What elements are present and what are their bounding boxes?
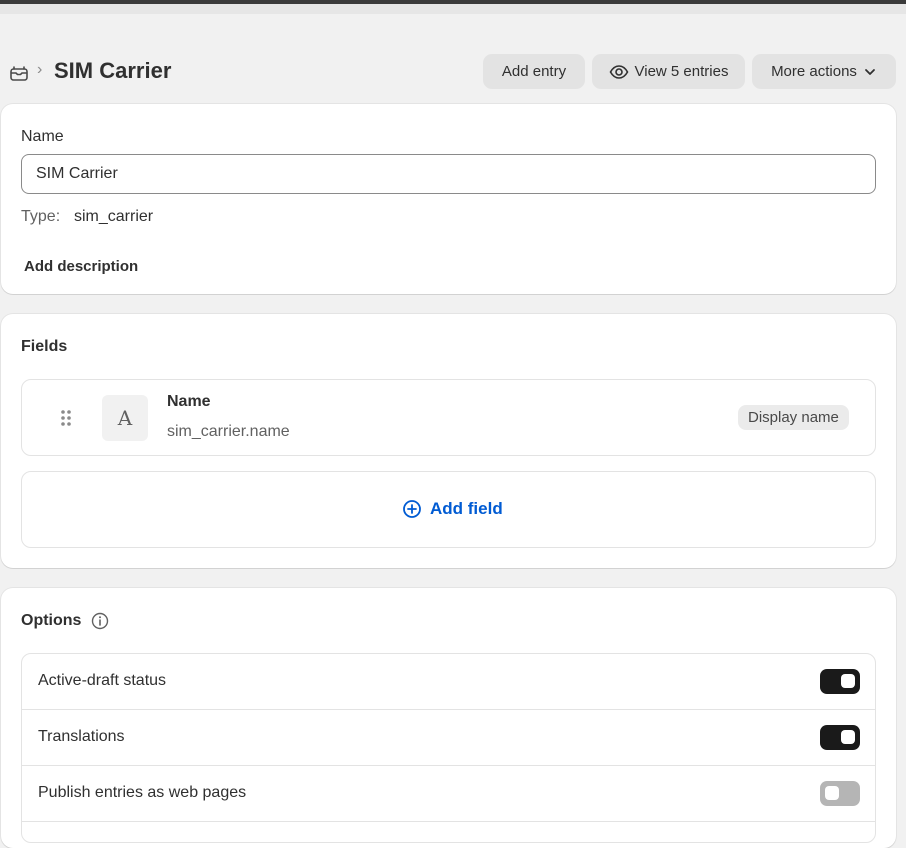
name-label: Name	[21, 128, 64, 145]
translations-toggle[interactable]	[820, 725, 860, 750]
option-label: Translations	[38, 728, 125, 745]
options-list: Active-draft status Translations Publish…	[21, 653, 876, 843]
definition-card: Name SIM Carrier Type: sim_carrier Add d…	[1, 104, 896, 294]
toggle-knob	[825, 786, 839, 800]
info-icon[interactable]	[91, 612, 109, 630]
add-field-label: Add field	[430, 499, 503, 518]
add-description-button[interactable]: Add description	[24, 258, 138, 275]
option-publish-web-pages: Publish entries as web pages	[22, 766, 875, 822]
chevron-down-icon	[865, 68, 875, 75]
option-translations: Translations	[22, 710, 875, 766]
more-actions-label: More actions	[771, 63, 857, 80]
type-value: sim_carrier	[74, 208, 154, 225]
eye-icon	[609, 64, 628, 79]
option-label: Active-draft status	[38, 672, 167, 689]
name-input[interactable]: SIM Carrier	[21, 154, 876, 194]
view-entries-label: View 5 entries	[634, 63, 729, 80]
more-actions-button[interactable]: More actions	[752, 54, 896, 89]
text-type-icon: A	[102, 395, 148, 441]
page-title: SIM Carrier	[54, 58, 172, 83]
publish-web-pages-toggle[interactable]	[820, 781, 860, 806]
page-header: › SIM Carrier Add entry View 5 entries M…	[0, 52, 906, 92]
field-key: sim_carrier.name	[167, 423, 290, 440]
top-bar	[0, 0, 906, 14]
add-field-area: Add field	[21, 471, 876, 548]
field-row[interactable]: A Name sim_carrier.name Display name	[21, 379, 876, 456]
options-title: Options	[21, 612, 82, 629]
toggle-knob	[841, 674, 855, 688]
toggle-knob	[841, 730, 855, 744]
add-field-button[interactable]: Add field	[402, 499, 503, 519]
active-draft-toggle[interactable]	[820, 669, 860, 694]
field-name: Name	[167, 393, 211, 410]
option-label: Publish entries as web pages	[38, 784, 247, 801]
add-entry-label: Add entry	[501, 63, 567, 80]
add-entry-button[interactable]: Add entry	[483, 54, 585, 89]
display-name-badge: Display name	[738, 405, 849, 430]
fields-title: Fields	[21, 338, 68, 355]
breadcrumb-separator: ›	[37, 61, 43, 78]
options-card: Options Active-draft status Translations…	[1, 588, 896, 848]
fields-card: Fields A Name sim_carrier.name Display n…	[1, 314, 896, 568]
top-bar-strip	[0, 0, 906, 4]
drag-handle-icon[interactable]	[58, 408, 74, 428]
plus-circle-icon	[403, 500, 421, 518]
type-label: Type:	[21, 208, 61, 225]
option-active-draft: Active-draft status	[22, 654, 875, 710]
metaobject-icon[interactable]	[9, 63, 29, 83]
view-entries-button[interactable]: View 5 entries	[592, 54, 745, 89]
